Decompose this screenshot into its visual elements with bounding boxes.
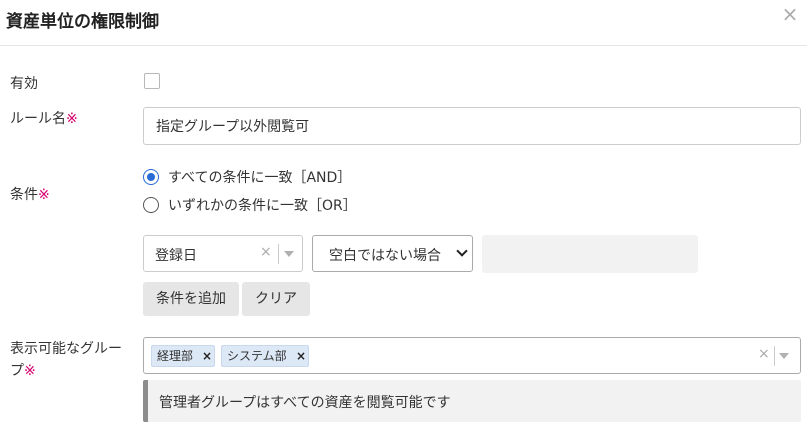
condition-and-option[interactable]: すべての条件に一致［AND］ xyxy=(143,167,351,187)
group-tag-label: システム部 xyxy=(227,349,287,363)
clear-button[interactable]: クリア xyxy=(242,282,310,316)
condition-label: 条件※ xyxy=(10,184,50,206)
visible-groups-label: 表示可能なグルー xyxy=(10,338,122,360)
select-separator xyxy=(278,244,279,264)
visible-groups-label-line2: プ xyxy=(10,363,24,379)
rule-name-input[interactable] xyxy=(143,107,801,145)
enabled-label-text: 有効 xyxy=(10,76,38,92)
group-tag-label: 経理部 xyxy=(157,349,194,363)
visible-groups-label-cont: プ※ xyxy=(10,360,36,382)
condition-operator-value: 空白ではない場合 xyxy=(329,248,441,264)
group-tag: 経理部 × xyxy=(151,345,215,367)
modal-header: 資産単位の権限制御 × xyxy=(0,0,807,46)
enabled-checkbox[interactable] xyxy=(144,73,160,89)
dialog-title: 資産単位の権限制御 xyxy=(6,12,159,32)
condition-field-value: 登録日 xyxy=(155,248,197,264)
condition-operator-select[interactable]: 空白ではない場合 xyxy=(312,235,473,272)
chevron-down-icon xyxy=(456,245,468,257)
close-icon[interactable]: × xyxy=(779,3,801,25)
clear-icon[interactable]: × xyxy=(758,346,770,362)
chevron-down-icon[interactable] xyxy=(779,353,789,359)
radio-and[interactable] xyxy=(143,169,159,185)
radio-or[interactable] xyxy=(143,197,159,213)
condition-or-option[interactable]: いずれかの条件に一致［OR］ xyxy=(143,195,357,215)
condition-field-select[interactable]: 登録日 × xyxy=(143,235,303,272)
condition-label-text: 条件 xyxy=(10,187,38,203)
visible-groups-select[interactable]: 経理部 × システム部 × × xyxy=(143,337,801,374)
remove-tag-icon[interactable]: × xyxy=(296,346,306,366)
add-condition-button[interactable]: 条件を追加 xyxy=(143,282,239,316)
enabled-label: 有効 xyxy=(10,73,38,95)
clear-icon[interactable]: × xyxy=(260,244,272,260)
required-mark: ※ xyxy=(24,363,36,379)
rule-name-label: ルール名※ xyxy=(10,108,78,130)
chevron-down-icon[interactable] xyxy=(284,251,294,257)
required-mark: ※ xyxy=(66,111,78,127)
radio-and-label: すべての条件に一致［AND］ xyxy=(168,170,352,186)
select-separator xyxy=(774,346,775,366)
group-tag: システム部 × xyxy=(221,345,309,367)
required-mark: ※ xyxy=(38,187,50,203)
visible-groups-label-line1: 表示可能なグルー xyxy=(10,341,122,357)
radio-or-label: いずれかの条件に一致［OR］ xyxy=(168,198,357,214)
info-note: 管理者グループはすべての資産を閲覧可能です xyxy=(143,380,801,422)
remove-tag-icon[interactable]: × xyxy=(202,346,212,366)
condition-value-input[interactable] xyxy=(482,235,698,273)
info-note-text: 管理者グループはすべての資産を閲覧可能です xyxy=(159,395,451,411)
rule-name-label-text: ルール名 xyxy=(10,111,66,127)
